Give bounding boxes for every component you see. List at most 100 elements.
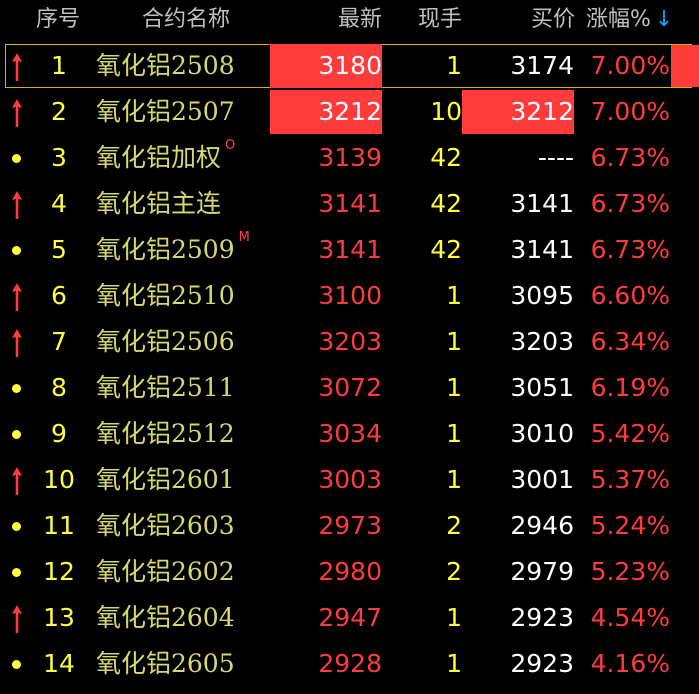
row-seq: 5 <box>51 235 67 264</box>
last-price: 3141 <box>318 189 382 218</box>
bid-price: 3203 <box>510 327 574 356</box>
contract-name[interactable]: 氧化铝2603 <box>96 504 235 548</box>
table-row[interactable]: 1 氧化铝2508 3180 1 3174 7.00% <box>0 44 699 90</box>
contract-name[interactable]: 氧化铝主连 <box>96 182 221 226</box>
volume: 1 <box>446 281 462 310</box>
dot-icon <box>12 522 21 531</box>
bid-price: 3174 <box>510 51 574 80</box>
bid-price: 3141 <box>510 235 574 264</box>
contract-tag: O <box>225 138 236 153</box>
dot-icon <box>12 154 21 163</box>
row-seq: 13 <box>43 603 75 632</box>
contract-name-text: 氧化铝2510 <box>96 281 235 310</box>
dot-icon <box>12 568 21 577</box>
table-row[interactable]: 4 氧化铝主连 3141 42 3141 6.73% <box>0 182 699 228</box>
change-percent: 7.00% <box>590 51 670 80</box>
table-row[interactable]: 2 氧化铝2507 3212 10 3212 7.00% <box>0 90 699 136</box>
change-percent: 6.73% <box>590 143 670 172</box>
up-arrow-icon <box>12 467 22 495</box>
contract-name[interactable]: 氧化铝2510 <box>96 274 235 318</box>
last-price: 3180 <box>270 44 382 88</box>
header-bid[interactable]: 买价 <box>0 2 575 38</box>
contract-name-text: 氧化铝2602 <box>96 557 235 586</box>
contract-name[interactable]: 氧化铝2507 <box>96 90 235 134</box>
row-seq: 3 <box>51 143 67 172</box>
last-price: 3003 <box>318 465 382 494</box>
header-change[interactable]: 涨幅% ↓ <box>586 2 673 38</box>
row-seq: 11 <box>43 511 75 540</box>
last-price: 3203 <box>318 327 382 356</box>
bid-price: 3001 <box>510 465 574 494</box>
bid-price: 2979 <box>510 557 574 586</box>
volume: 1 <box>446 603 462 632</box>
bid-price: 3141 <box>510 189 574 218</box>
volume: 42 <box>430 235 462 264</box>
volume: 10 <box>430 97 462 126</box>
bid-price: 3212 <box>462 90 574 134</box>
row-seq: 10 <box>43 465 75 494</box>
last-price: 2980 <box>318 557 382 586</box>
last-price: 3141 <box>318 235 382 264</box>
row-seq: 12 <box>43 557 75 586</box>
table-row[interactable]: 3 氧化铝加权 O 3139 42 ---- 6.73% <box>0 136 699 182</box>
up-arrow-icon <box>12 191 22 219</box>
table-row[interactable]: 12 氧化铝2602 2980 2 2979 5.23% <box>0 550 699 596</box>
contract-name-text: 氧化铝2601 <box>96 465 235 494</box>
bid-price: ---- <box>537 143 574 172</box>
change-percent: 4.54% <box>590 603 670 632</box>
contract-name[interactable]: 氧化铝2511 <box>96 366 235 410</box>
contract-name-text: 氧化铝2506 <box>96 327 235 356</box>
up-arrow-icon <box>12 99 22 127</box>
change-percent: 6.60% <box>590 281 670 310</box>
last-price: 2973 <box>318 511 382 540</box>
table-row[interactable]: 5 氧化铝2509 M 3141 42 3141 6.73% <box>0 228 699 274</box>
volume: 2 <box>446 511 462 540</box>
contract-name[interactable]: 氧化铝加权 O <box>96 136 235 180</box>
contract-name-text: 氧化铝主连 <box>96 189 222 218</box>
volume: 42 <box>430 143 462 172</box>
volume: 1 <box>446 419 462 448</box>
table-row[interactable]: 13 氧化铝2604 2947 1 2923 4.54% <box>0 596 699 642</box>
row-seq: 14 <box>43 649 75 678</box>
header-change-label: 涨幅% <box>586 7 651 32</box>
column-header: 序号 合约名称 最新 现手 买价 涨幅% ↓ <box>0 0 699 40</box>
change-percent: 6.73% <box>590 235 670 264</box>
contract-name[interactable]: 氧化铝2601 <box>96 458 235 502</box>
bid-price: 2946 <box>510 511 574 540</box>
contract-name-text: 氧化铝2512 <box>96 419 235 448</box>
table-row[interactable]: 11 氧化铝2603 2973 2 2946 5.24% <box>0 504 699 550</box>
change-highlight-bar <box>671 45 699 87</box>
last-price: 3100 <box>318 281 382 310</box>
contract-name-text: 氧化铝2511 <box>96 373 235 402</box>
contract-name-text: 氧化铝2509 <box>96 235 235 264</box>
table-row[interactable]: 8 氧化铝2511 3072 1 3051 6.19% <box>0 366 699 412</box>
table-row[interactable]: 9 氧化铝2512 3034 1 3010 5.42% <box>0 412 699 458</box>
contract-name[interactable]: 氧化铝2605 <box>96 642 235 686</box>
volume: 1 <box>446 465 462 494</box>
last-price: 3139 <box>318 143 382 172</box>
contract-name[interactable]: 氧化铝2512 <box>96 412 235 456</box>
contract-name[interactable]: 氧化铝2509 M <box>96 228 250 272</box>
row-seq: 4 <box>51 189 67 218</box>
volume: 1 <box>446 327 462 356</box>
table-row[interactable]: 7 氧化铝2506 3203 1 3203 6.34% <box>0 320 699 366</box>
contract-name-text: 氧化铝2605 <box>96 649 235 678</box>
contract-name[interactable]: 氧化铝2604 <box>96 596 235 640</box>
bid-price: 3051 <box>510 373 574 402</box>
up-arrow-icon <box>12 329 22 357</box>
last-price: 3072 <box>318 373 382 402</box>
table-row[interactable]: 6 氧化铝2510 3100 1 3095 6.60% <box>0 274 699 320</box>
change-percent: 6.34% <box>590 327 670 356</box>
contract-name[interactable]: 氧化铝2602 <box>96 550 235 594</box>
table-row[interactable]: 14 氧化铝2605 2928 1 2923 4.16% <box>0 642 699 688</box>
row-seq: 6 <box>51 281 67 310</box>
up-arrow-icon <box>12 605 22 633</box>
change-percent: 5.37% <box>590 465 670 494</box>
contract-name[interactable]: 氧化铝2508 <box>96 44 235 88</box>
row-seq: 2 <box>51 97 67 126</box>
table-row[interactable]: 10 氧化铝2601 3003 1 3001 5.37% <box>0 458 699 504</box>
contract-name[interactable]: 氧化铝2506 <box>96 320 235 364</box>
contract-name-text: 氧化铝2508 <box>96 51 235 80</box>
up-arrow-icon <box>12 53 22 81</box>
dot-icon <box>12 430 21 439</box>
